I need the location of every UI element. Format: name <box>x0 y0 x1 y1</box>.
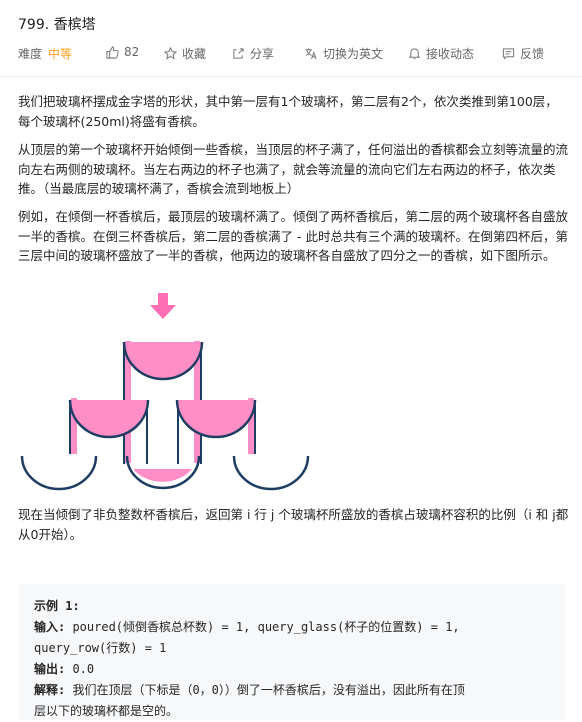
description-paragraph-2: 从顶层的第一个玻璃杯开始倾倒一些香槟，当顶层的杯子满了，任何溢出的香槟都会立刻等… <box>18 142 569 196</box>
share-label: 分享 <box>250 47 275 61</box>
glass-row2-col1 <box>125 455 201 490</box>
difficulty: 难度 中等 <box>18 45 72 62</box>
divider <box>0 76 582 77</box>
thumbs-up-icon <box>106 45 119 59</box>
description-paragraph-3: 例如，在倾倒一杯香槟后，最顶层的玻璃杯满了。倾倒了两杯香槟后，第二层的两个玻璃杯… <box>18 209 569 263</box>
output-value: 0.0 <box>65 662 95 676</box>
example-block: 示例 1: 输入: poured(倾倒香槟总杯数) = 1, query_gla… <box>18 584 566 720</box>
subscribe-button[interactable]: 接收动态 <box>408 45 474 62</box>
problem-title: 799. 香槟塔 <box>18 17 96 33</box>
output-label: 输出: <box>34 662 66 676</box>
example-title: 示例 1: <box>34 599 80 613</box>
description-paragraph-4: 现在当倾倒了非负整数杯香槟后，返回第 i 行 j 个玻璃杯所盛放的香槟占玻璃杯容… <box>18 507 569 542</box>
feedback-icon <box>502 48 515 60</box>
explanation-line1: 我们在顶层（下标是（0，0））倒了一杯香槟后，没有溢出，因此所有在顶 <box>65 683 465 697</box>
glass-row0-col0 <box>122 341 204 381</box>
description-paragraph-1: 我们把玻璃杯摆成金字塔的形状，其中第一层有1个玻璃杯，第二层有2个，依次类推到第… <box>18 94 558 129</box>
favorite-button[interactable]: 收藏 <box>164 45 206 62</box>
champagne-tower-figure <box>20 293 310 491</box>
share-button[interactable]: 分享 <box>232 45 274 62</box>
explanation-label: 解释: <box>34 683 66 697</box>
translate-button[interactable]: 切换为英文 <box>304 45 383 62</box>
bell-icon <box>408 48 421 60</box>
problem-toolbar: 难度 中等 82 收藏 分享 切换为英文 接收动态 反馈 <box>18 45 578 65</box>
favorite-label: 收藏 <box>182 47 207 61</box>
likes-count: 82 <box>124 45 140 59</box>
feedback-label: 反馈 <box>520 47 545 61</box>
star-icon <box>164 47 177 60</box>
like-button[interactable]: 82 <box>106 45 139 59</box>
difficulty-value: 中等 <box>48 47 73 61</box>
translate-label: 切换为英文 <box>323 47 384 61</box>
pour-arrow-icon <box>150 293 176 319</box>
subscribe-label: 接收动态 <box>426 47 475 61</box>
glass-row1-col0 <box>68 399 150 439</box>
share-icon <box>233 48 244 59</box>
feedback-button[interactable]: 反馈 <box>502 45 544 62</box>
glass-row2-col0 <box>20 455 98 491</box>
input-value-line2: query_row(行数) = 1 <box>34 641 167 655</box>
input-value-line1: poured(倾倒香槟总杯数) = 1, query_glass(杯子的位置数)… <box>65 620 460 634</box>
input-label: 输入: <box>34 620 66 634</box>
glass-row1-col1 <box>175 399 257 439</box>
explanation-line2: 层以下的玻璃杯都是空的。 <box>34 704 179 718</box>
difficulty-label: 难度 <box>18 47 43 61</box>
glass-row2-col2 <box>232 455 310 491</box>
translate-icon <box>305 48 317 60</box>
